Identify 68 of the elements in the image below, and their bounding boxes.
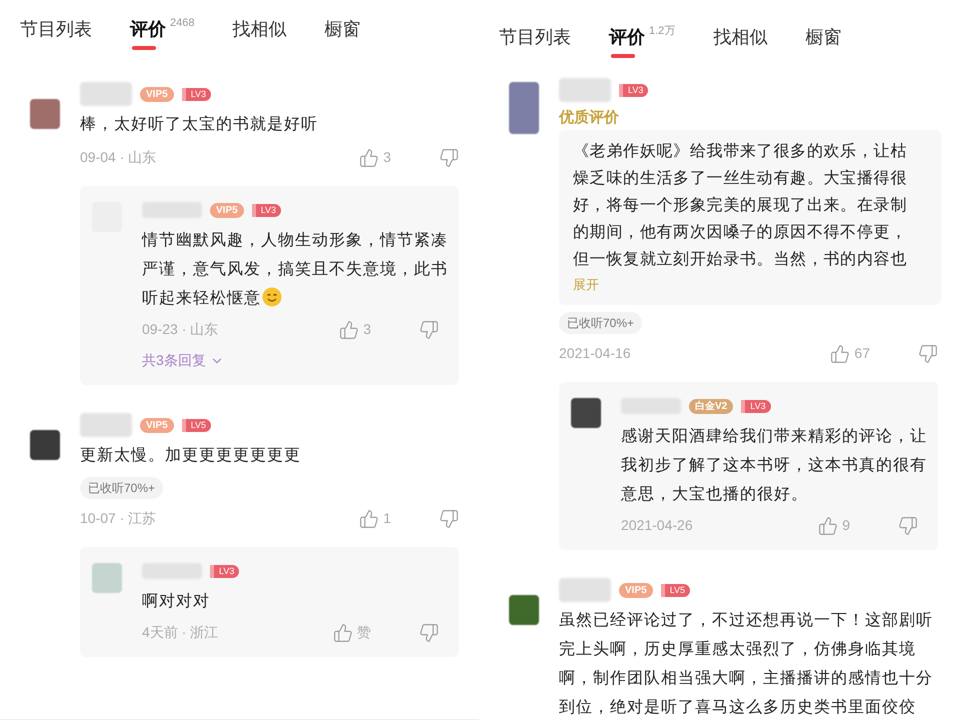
thumbs-up-icon [818, 516, 838, 536]
dislike-button[interactable] [898, 516, 918, 536]
level-badge: LV3 [182, 88, 212, 100]
thumbs-down-icon [419, 622, 439, 642]
reply-text: 感谢天阳酒肆给我们带来精彩的评论，让我初步了解了这本书呀，这本书真的很有意思，大宝也播的很好。 [621, 426, 928, 505]
blurred-name [80, 82, 132, 106]
vip-badge: VIP5 [619, 582, 653, 598]
dislike-button[interactable] [918, 344, 938, 364]
comment-meta: 10-07 · 江苏 [80, 509, 156, 528]
level-badge: LV5 [660, 584, 690, 596]
comment-text: 虽然已经评论过了，不过还想再说一下！这部剧听完上头啊，历史厚重感太强烈了，仿佛身临其境啊，制作团队相当强大啊，主播播讲的感情也十分到位，绝对是听了喜马这么多历史类书里面佼佼 [559, 610, 934, 718]
comment-meta: 2021-04-16 [559, 344, 631, 363]
vip-badge: VIP5 [140, 418, 174, 432]
avatar[interactable] [509, 595, 539, 625]
reply-meta: 4天前 · 浙江 [142, 623, 218, 642]
vip-badge: VIP5 [210, 202, 244, 218]
reply-text: 啊对对对 [142, 592, 211, 612]
tab-underline [611, 54, 635, 58]
thumbs-up-icon [339, 320, 360, 340]
level-badge: LV3 [741, 400, 771, 412]
vip-badge: VIP5 [140, 86, 174, 102]
thumbs-down-icon [439, 148, 459, 168]
tab[interactable]: 节目列表 [499, 24, 571, 50]
tab[interactable]: 找相似 [232, 16, 286, 42]
quality-label: 优质评价 [559, 108, 620, 128]
listened-tag: 已收听70%+ [80, 477, 164, 499]
avatar[interactable] [30, 430, 60, 460]
avatar[interactable] [571, 398, 601, 428]
tab[interactable]: 橱窗 [805, 24, 842, 50]
reply-meta: 09-23 · 山东 [142, 320, 218, 339]
smiley-icon [262, 287, 282, 307]
tab[interactable]: 橱窗 [324, 16, 360, 42]
vip-badge: 白金V2 [689, 398, 734, 414]
comment-text: 更新太慢。加更更更更更更更 [80, 446, 302, 466]
blurred-name [80, 413, 132, 437]
avatar[interactable] [30, 99, 60, 129]
reply-meta: 2021-04-26 [621, 516, 693, 535]
thumbs-up-icon [359, 148, 380, 168]
level-badge: LV3 [210, 564, 240, 578]
thumbs-down-icon [918, 344, 938, 364]
comment-text: 棒，太好听了太宝的书就是好听 [80, 114, 319, 135]
dislike-button[interactable] [419, 622, 439, 642]
tab-count: 2468 [170, 16, 194, 30]
blurred-name [559, 78, 611, 102]
avatar[interactable] [509, 82, 539, 134]
tab[interactable]: 节目列表 [20, 16, 92, 42]
tab[interactable]: 评价 2468 [130, 16, 194, 42]
listened-tag: 已收听70%+ [559, 312, 642, 334]
level-badge: LV3 [619, 84, 648, 96]
thumbs-up-icon [359, 508, 380, 528]
tab-underline [132, 46, 156, 50]
dislike-button[interactable] [439, 148, 459, 168]
dislike-button[interactable] [439, 508, 459, 528]
thumbs-down-icon [439, 508, 459, 528]
thumbs-up-icon [333, 622, 353, 642]
tab[interactable]: 找相似 [713, 24, 768, 50]
blurred-name [559, 578, 611, 602]
level-badge: LV5 [182, 418, 212, 432]
comment-text: 《老弟作妖呢》给我带来了很多的欢乐，让枯燥乏味的生活多了一丝生动有趣。大宝播得很好，将每一个形象完美的展现了出来。在录制的期间，他有两次因嗓子的原因不得不停更，但一恢复就立刻开始录书。当然，书的内容也 [573, 142, 908, 270]
tab-count: 1.2万 [649, 24, 676, 38]
tab[interactable]: 评价 1.2万 [609, 24, 676, 50]
thumbs-down-icon [419, 320, 439, 340]
thumbs-down-icon [898, 516, 918, 536]
comment-meta: 09-04 · 山东 [80, 148, 156, 167]
level-badge: LV3 [252, 204, 282, 216]
thumbs-up-icon [830, 344, 850, 364]
dislike-button[interactable] [419, 320, 439, 340]
reply-text: 情节幽默风趣，人物生动形象，情节紧凑严谨，意气风发，搞笑且不失意境，此书听起来轻松惬意 [142, 230, 449, 309]
